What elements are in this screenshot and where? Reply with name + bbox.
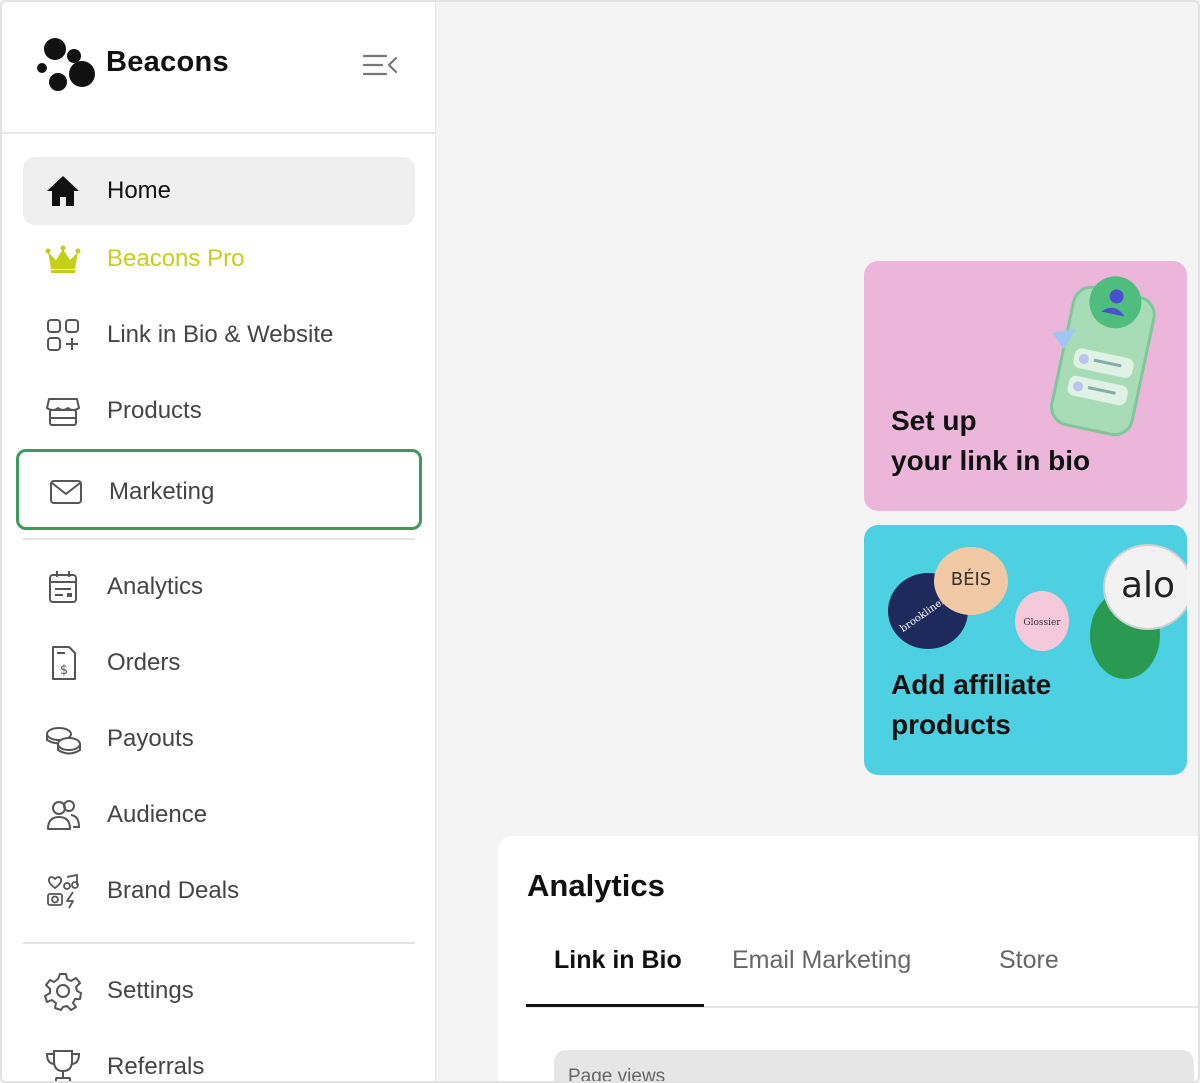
sidebar-item-settings[interactable]: Settings — [23, 957, 415, 1025]
sidebar-divider — [23, 538, 415, 540]
sidebar-item-label: Brand Deals — [107, 877, 240, 904]
sidebar-item-link-in-bio[interactable]: Link in Bio & Website — [23, 301, 415, 369]
coins-icon — [46, 727, 81, 755]
tab-store[interactable]: Store — [999, 946, 1059, 1006]
svg-text:BÉIS: BÉIS — [951, 568, 991, 590]
sidebar-item-label: Marketing — [109, 478, 215, 505]
sidebar-item-label: Home — [107, 177, 172, 204]
grid-plus-icon — [47, 319, 79, 351]
sidebar-item-brand-deals[interactable]: Brand Deals — [23, 857, 415, 925]
trophy-icon — [45, 1050, 81, 1081]
tab-email-marketing[interactable]: Email Marketing — [732, 946, 911, 1006]
brand-name: Beacons — [106, 46, 229, 78]
sidebar-item-label: Settings — [107, 977, 194, 1004]
sidebar-item-label: Orders — [107, 649, 181, 676]
app-window: Beacons Home Beacons Pro Link in Bio & W… — [0, 0, 1200, 1083]
calendar-chart-icon — [49, 571, 77, 603]
svg-text:alo: alo — [1121, 565, 1175, 606]
sidebar-item-products[interactable]: Products — [23, 377, 415, 445]
svg-text:Glossier: Glossier — [1023, 618, 1061, 628]
sidebar-item-payouts[interactable]: Payouts — [23, 705, 415, 773]
tab-link-in-bio[interactable]: Link in Bio — [554, 946, 682, 1006]
analytics-tabs: Link in Bio Email Marketing Store — [526, 936, 1198, 1008]
crown-icon — [45, 245, 81, 273]
card-title: Set up your link in bio — [891, 405, 1091, 476]
users-icon — [47, 800, 81, 830]
storefront-icon — [46, 398, 80, 426]
analytics-panel: Analytics Link in Bio Email Marketing St… — [498, 836, 1198, 1083]
collapse-sidebar-icon[interactable] — [360, 50, 400, 80]
metric-label: Page views — [568, 1066, 666, 1083]
add-affiliate-products-card[interactable]: brooklinen BÉIS Glossier alo Add affilia… — [864, 525, 1187, 775]
sidebar-item-audience[interactable]: Audience — [23, 781, 415, 849]
card-title: Add affiliate products — [891, 669, 1052, 740]
sidebar-item-label: Audience — [107, 801, 208, 828]
sidebar-item-home[interactable]: Home — [23, 157, 415, 225]
brand-deals-icon — [47, 873, 79, 909]
sidebar-item-orders[interactable]: $ Orders — [23, 629, 415, 697]
active-tab-underline — [526, 1004, 704, 1007]
brand-header: Beacons — [2, 2, 436, 134]
page-views-card[interactable]: Page views — [554, 1050, 1194, 1083]
sidebar-item-referrals[interactable]: Referrals — [23, 1033, 415, 1081]
gear-icon — [44, 973, 82, 1011]
sidebar-item-label: Beacons Pro — [107, 245, 245, 272]
sidebar-divider — [23, 942, 415, 944]
svg-text:$: $ — [60, 663, 68, 678]
envelope-icon — [50, 480, 82, 504]
sidebar-item-label: Link in Bio & Website — [107, 321, 334, 348]
sidebar-item-label: Payouts — [107, 725, 194, 752]
beacons-logo-icon[interactable] — [35, 36, 97, 94]
sidebar-item-analytics[interactable]: Analytics — [23, 553, 415, 621]
sidebar-item-label: Analytics — [107, 573, 204, 600]
receipt-dollar-icon: $ — [52, 646, 76, 680]
sidebar-item-marketing[interactable]: Marketing — [16, 449, 422, 530]
setup-link-in-bio-card[interactable]: Set up your link in bio — [864, 261, 1187, 511]
home-icon — [47, 176, 79, 206]
sidebar-item-beacons-pro[interactable]: Beacons Pro — [23, 225, 415, 293]
sidebar-item-label: Referrals — [107, 1053, 205, 1080]
sidebar-item-label: Products — [107, 397, 202, 424]
sidebar: Beacons Home Beacons Pro Link in Bio & W… — [2, 2, 436, 1081]
page-title: Analytics — [527, 868, 665, 903]
